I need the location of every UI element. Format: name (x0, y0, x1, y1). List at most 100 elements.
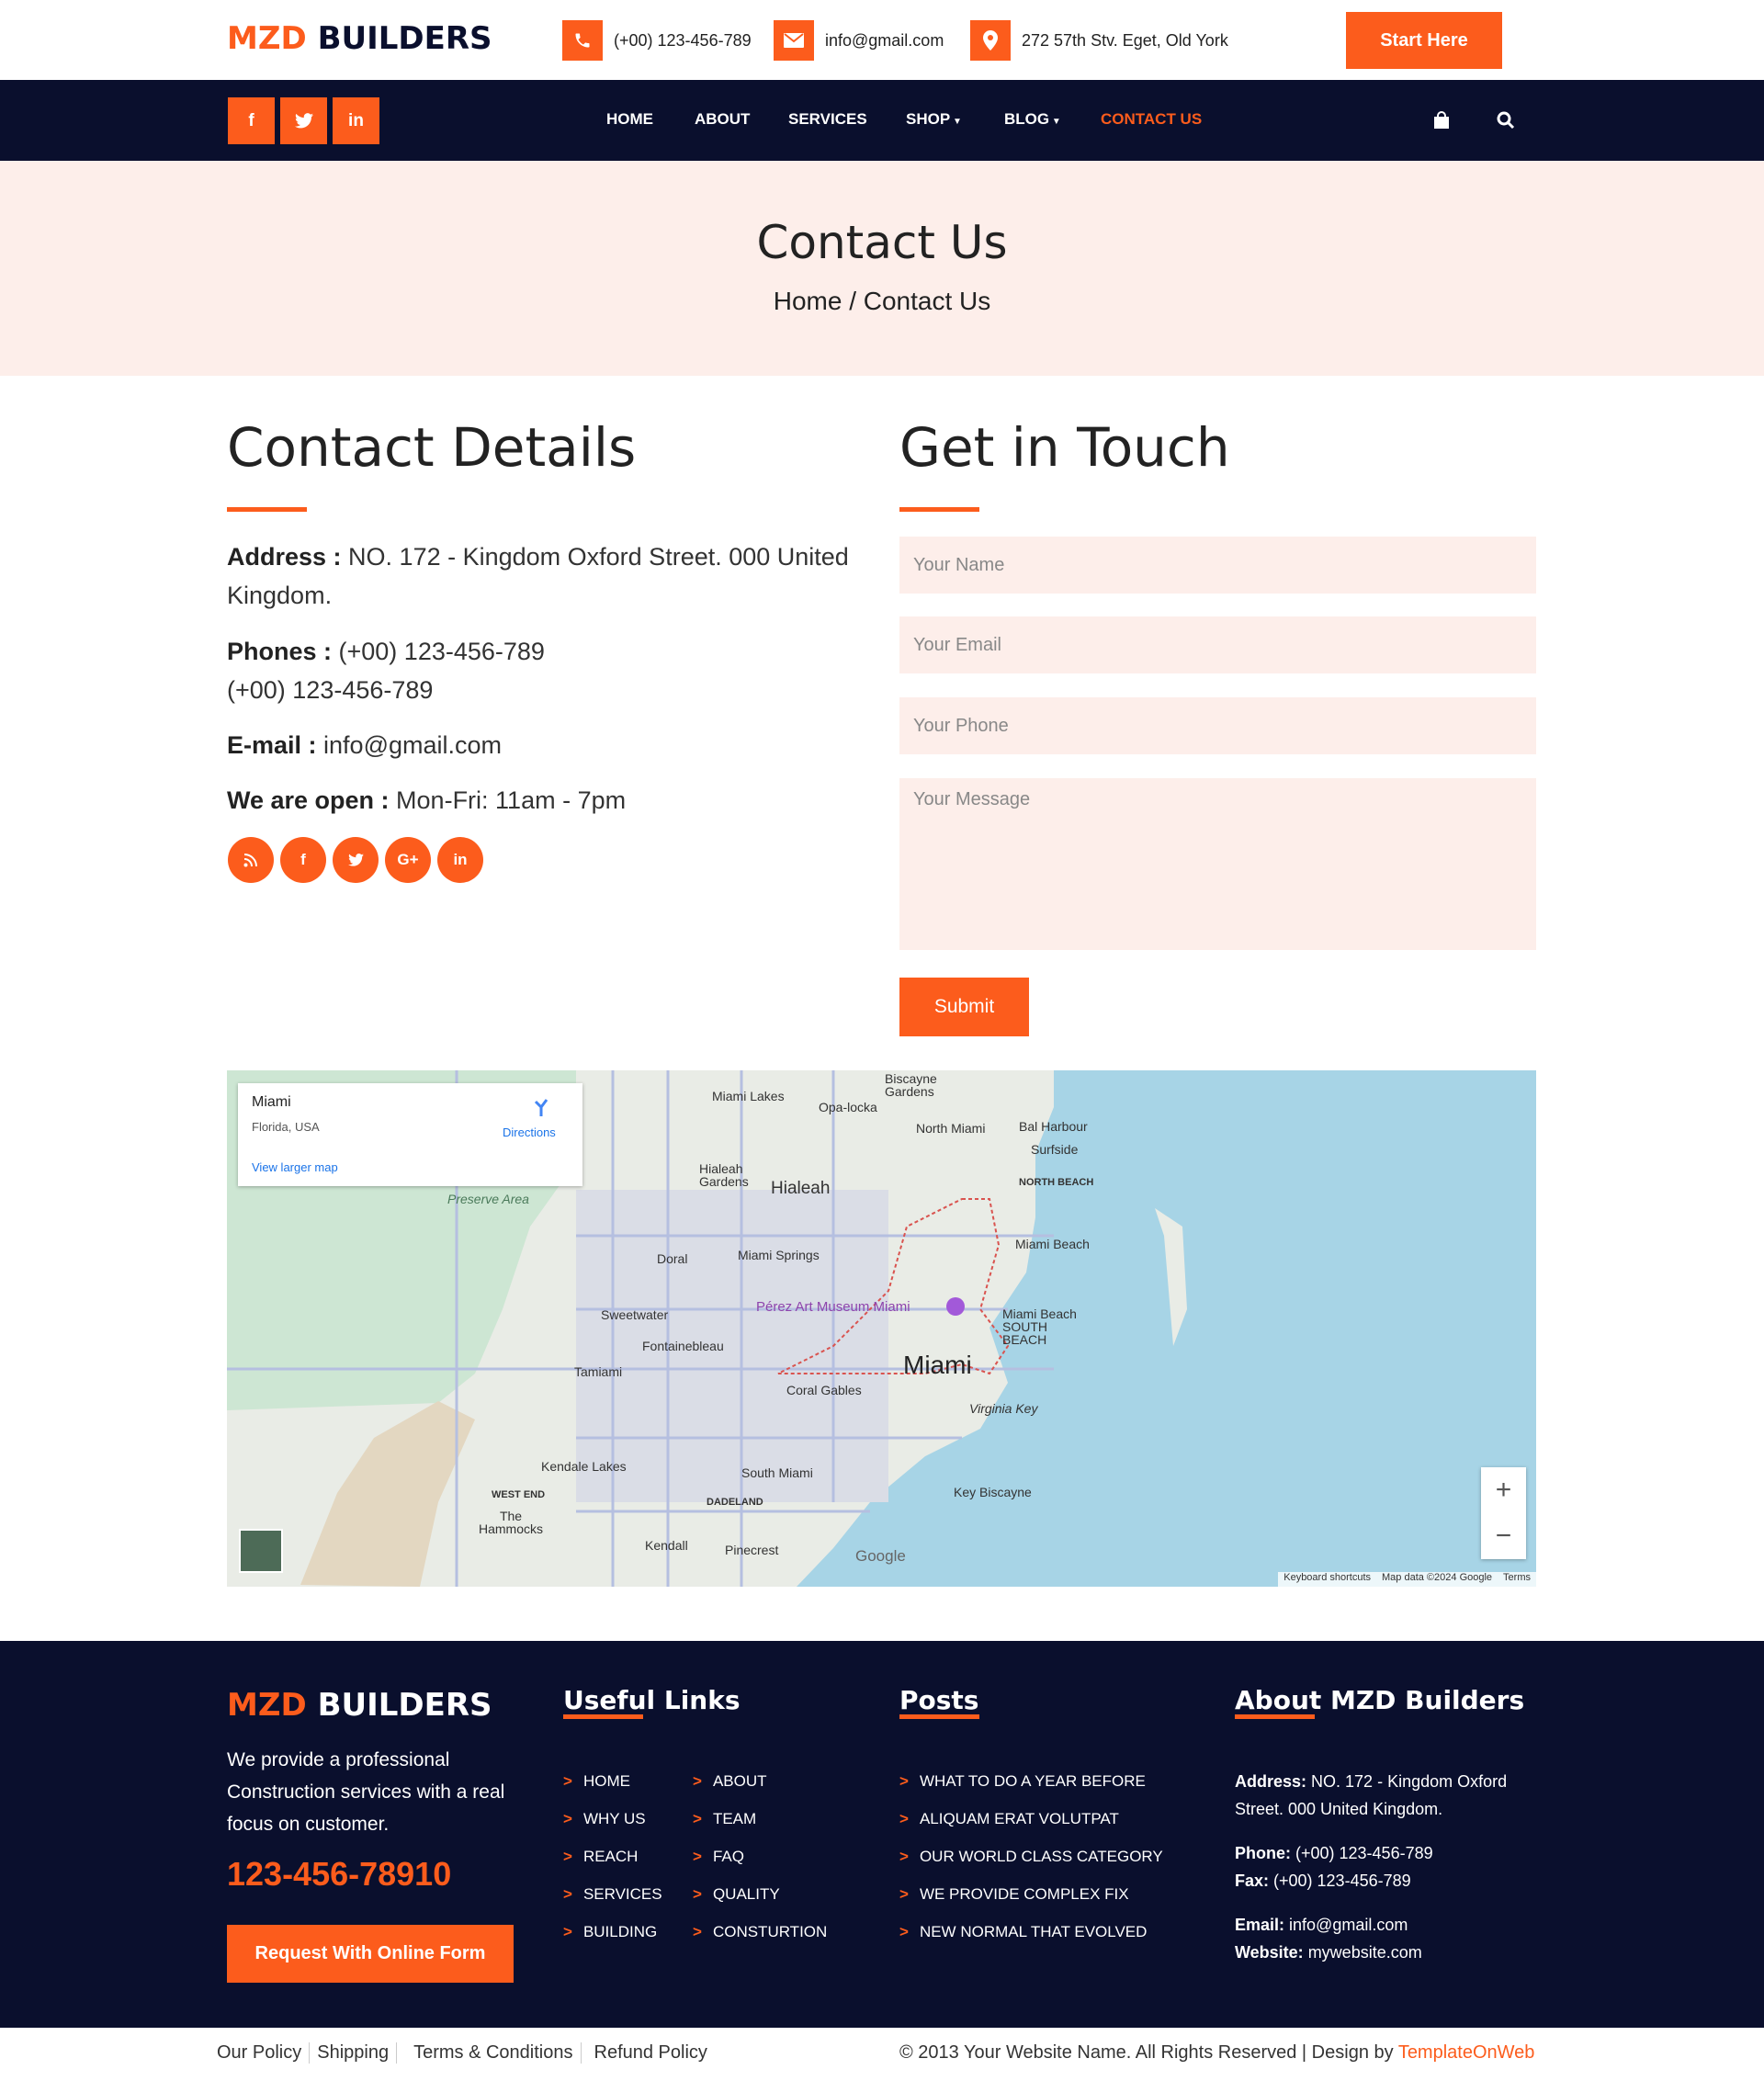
footer-underline (1235, 1714, 1315, 1719)
map-label: Kendall (645, 1538, 688, 1553)
policy-link[interactable]: Shipping (310, 2042, 398, 2064)
message-textarea[interactable] (899, 778, 1536, 950)
footer-link[interactable]: > REACH (563, 1848, 638, 1866)
chevron-right-icon: > (563, 1772, 572, 1790)
footer-link[interactable]: > BUILDING (563, 1923, 657, 1941)
nav-about[interactable]: ABOUT (695, 110, 750, 129)
map-data-text: Map data ©2024 Google (1382, 1572, 1493, 1583)
about-heading: About MZD Builders (1235, 1685, 1525, 1715)
rss-icon[interactable] (228, 837, 274, 883)
map-label: Miami Beach (1015, 1237, 1090, 1251)
post-link[interactable]: > OUR WORLD CLASS CATEGORY (899, 1848, 1163, 1866)
caret-down-icon: ▼ (1049, 117, 1061, 127)
chevron-right-icon: > (563, 1885, 572, 1903)
satellite-thumbnail[interactable] (239, 1529, 283, 1573)
top-email-text[interactable]: info@gmail.com (825, 31, 944, 51)
footer-phone[interactable]: 123-456-78910 (227, 1855, 451, 1894)
address-label: Address : (227, 543, 342, 571)
linkedin-icon[interactable]: in (437, 837, 483, 883)
policy-link[interactable]: Refund Policy (582, 2042, 715, 2064)
google-watermark: Google (855, 1547, 906, 1565)
terms-link[interactable]: Terms (1503, 1572, 1531, 1587)
nav-blog[interactable]: BLOG ▼ (1004, 110, 1061, 129)
shopping-bag-icon[interactable] (1432, 111, 1451, 134)
policy-link[interactable]: Terms & Conditions (397, 2042, 582, 2064)
request-online-form-button[interactable]: Request With Online Form (227, 1925, 514, 1983)
keyboard-shortcuts-link[interactable]: Keyboard shortcuts (1283, 1572, 1371, 1587)
footer-link[interactable]: > FAQ (693, 1848, 744, 1866)
post-link-label: WE PROVIDE COMPLEX FIX (919, 1885, 1129, 1903)
footer-link[interactable]: > QUALITY (693, 1885, 780, 1904)
footer-link[interactable]: > ABOUT (693, 1772, 767, 1791)
zoom-out-icon[interactable]: − (1481, 1513, 1526, 1559)
footer-website-label: Website: (1235, 1943, 1304, 1962)
post-link[interactable]: > WE PROVIDE COMPLEX FIX (899, 1885, 1129, 1904)
post-link[interactable]: > ALIQUAM ERAT VOLUTPAT (899, 1810, 1119, 1828)
map-label: Opa-locka (819, 1100, 877, 1114)
designer-link[interactable]: TemplateOnWeb (1398, 2042, 1535, 2063)
contact-phones: Phones : (+00) 123-456-789 (+00) 123-456… (227, 632, 852, 709)
posts-heading: Posts (899, 1685, 979, 1715)
footer-underline (899, 1714, 979, 1719)
zoom-in-icon[interactable]: + (1481, 1467, 1526, 1513)
search-icon[interactable] (1497, 111, 1515, 134)
footer-link[interactable]: > SERVICES (563, 1885, 662, 1904)
email-label: E-mail : (227, 731, 317, 759)
chevron-right-icon: > (563, 1810, 572, 1827)
main-nav: f in HOME ABOUT SERVICES SHOP ▼ BLOG ▼ C… (0, 80, 1764, 161)
linkedin-icon[interactable]: in (333, 97, 379, 144)
email-value[interactable]: info@gmail.com (317, 731, 502, 759)
footer-phone-label: Phone: (1235, 1844, 1291, 1862)
post-link[interactable]: > NEW NORMAL THAT EVOLVED (899, 1923, 1147, 1941)
breadcrumb[interactable]: Home / Contact Us (0, 287, 1764, 316)
footer-link[interactable]: > CONSTURTION (693, 1923, 827, 1941)
phone-input[interactable] (899, 697, 1536, 754)
name-input[interactable] (899, 537, 1536, 594)
post-link-label: ALIQUAM ERAT VOLUTPAT (919, 1810, 1119, 1827)
chevron-right-icon: > (563, 1923, 572, 1940)
map-label: The Hammocks (479, 1509, 544, 1536)
map-label: Sweetwater (601, 1307, 669, 1322)
map-label: South Miami (741, 1465, 813, 1480)
nav-home[interactable]: HOME (606, 110, 653, 129)
map-marker-icon (970, 20, 1011, 61)
map-label: Preserve Area (447, 1192, 529, 1206)
footer-link[interactable]: > WHY US (563, 1810, 646, 1828)
footer-website-value[interactable]: mywebsite.com (1304, 1943, 1422, 1962)
nav-shop-label: SHOP (906, 110, 951, 128)
facebook-icon[interactable]: f (228, 97, 275, 144)
google-map[interactable]: Miami Florida, USA Directions View large… (227, 1070, 1536, 1587)
footer-email-info: Email: info@gmail.com Website: mywebsite.… (1235, 1911, 1529, 1966)
post-link-label: OUR WORLD CLASS CATEGORY (919, 1848, 1163, 1865)
nav-shop[interactable]: SHOP ▼ (906, 110, 962, 129)
footer-link[interactable]: > HOME (563, 1772, 630, 1791)
chevron-right-icon: > (899, 1923, 909, 1940)
email-input[interactable] (899, 616, 1536, 673)
logo-builders: BUILDERS (317, 1687, 492, 1724)
start-here-button[interactable]: Start Here (1346, 12, 1502, 69)
post-link[interactable]: > WHAT TO DO A YEAR BEFORE (899, 1772, 1146, 1791)
footer-link-label: CONSTURTION (712, 1923, 828, 1940)
submit-button[interactable]: Submit (899, 978, 1029, 1036)
heading-underline (227, 507, 307, 512)
twitter-icon[interactable] (333, 837, 379, 883)
footer-link-label: WHY US (582, 1810, 646, 1827)
footer-fax-value: (+00) 123-456-789 (1269, 1872, 1411, 1890)
top-address-text: 272 57th Stv. Eget, Old York (1022, 30, 1228, 50)
map-label: Miami Beach SOUTH BEACH (1002, 1306, 1077, 1347)
nav-blog-label: BLOG (1004, 110, 1050, 128)
phone-1: (+00) 123-456-789 (332, 638, 545, 665)
footer-link-label: ABOUT (712, 1772, 767, 1790)
google-plus-icon[interactable]: G+ (385, 837, 431, 883)
chevron-right-icon: > (563, 1848, 572, 1865)
chevron-right-icon: > (899, 1810, 909, 1827)
nav-services[interactable]: SERVICES (788, 110, 867, 129)
footer-email-value[interactable]: info@gmail.com (1284, 1916, 1408, 1934)
nav-contact-us[interactable]: CONTACT US (1101, 110, 1202, 129)
footer-link[interactable]: > TEAM (693, 1810, 756, 1828)
site-logo[interactable]: MZD BUILDERS (227, 20, 492, 57)
twitter-icon[interactable] (280, 97, 327, 144)
facebook-icon[interactable]: f (280, 837, 326, 883)
footer-logo[interactable]: MZD BUILDERS (227, 1687, 492, 1724)
policy-link[interactable]: Our Policy (217, 2042, 311, 2064)
